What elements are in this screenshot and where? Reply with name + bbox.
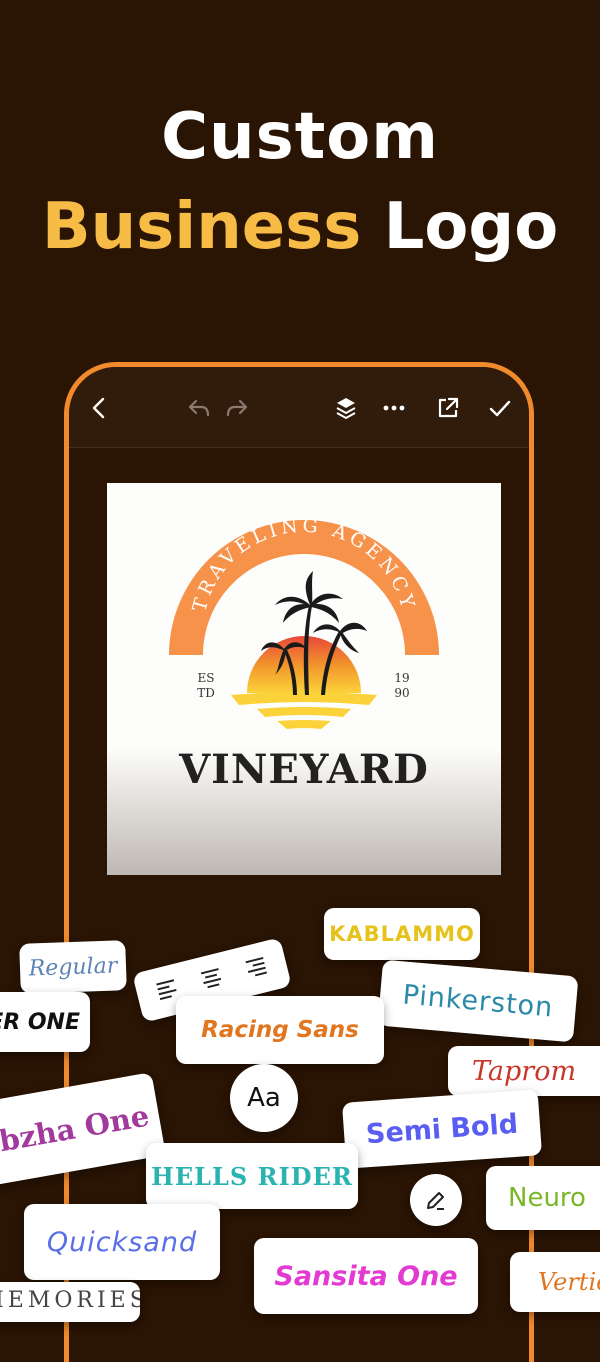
font-label: HELLS RIDER: [151, 1161, 353, 1191]
check-icon[interactable]: [487, 395, 513, 421]
logo-arc-text: TRAVELING AGENCY: [188, 515, 419, 614]
font-chip-kablammo[interactable]: KABLAMMO: [324, 908, 480, 960]
undo-icon[interactable]: [185, 395, 211, 421]
font-chip-neuro[interactable]: Neuro: [486, 1166, 600, 1230]
align-right-icon[interactable]: [243, 956, 270, 983]
font-chip-racer-one[interactable]: RACER ONE: [0, 992, 90, 1052]
layers-icon[interactable]: [333, 395, 359, 421]
edit-icon: [427, 1192, 444, 1210]
font-picker-label: Aa: [247, 1083, 281, 1113]
font-label: Sansita One: [274, 1260, 458, 1292]
headline-rest: Logo: [361, 190, 559, 264]
font-label: Racing Sans: [201, 1017, 359, 1043]
logo-brand-name: VINEYARD: [178, 746, 429, 793]
export-icon[interactable]: [435, 395, 461, 421]
headline-accent: Business: [41, 190, 362, 264]
year-bottom: 90: [394, 686, 409, 700]
font-label: Pinkerston: [401, 978, 555, 1024]
headline-line-1: Custom: [161, 100, 439, 174]
font-label: MEMORIES: [0, 1288, 140, 1313]
font-label: Lobzha One: [0, 1098, 152, 1166]
font-label: Quicksand: [46, 1226, 198, 1258]
font-chip-hells-rider[interactable]: HELLS RIDER: [146, 1143, 358, 1209]
redo-icon[interactable]: [225, 395, 251, 421]
font-chip-regular[interactable]: Regular: [19, 940, 127, 994]
year-top: 19: [394, 671, 409, 685]
align-center-icon[interactable]: [199, 967, 226, 994]
font-picker-button[interactable]: Aa: [230, 1064, 298, 1132]
font-chip-taprom[interactable]: Taprom: [448, 1046, 600, 1096]
font-chip-quicksand[interactable]: Quicksand: [24, 1204, 220, 1280]
est-bottom: TD: [197, 686, 215, 700]
logo-artwork: TRAVELING AGENCY ES TD 19 90 VINEYARD: [169, 515, 439, 793]
more-icon[interactable]: [381, 395, 407, 421]
editor-toolbar: [69, 367, 529, 448]
font-label: Vertical: [538, 1268, 600, 1296]
headline-line-2: Business Logo: [0, 190, 600, 264]
est-top: ES: [198, 671, 215, 685]
back-icon[interactable]: [87, 395, 113, 421]
font-chip-sansita-one[interactable]: Sansita One: [254, 1238, 478, 1314]
font-chip-vertical[interactable]: Vertical: [510, 1252, 600, 1312]
font-label: RACER ONE: [0, 1009, 80, 1035]
edit-button[interactable]: [410, 1174, 462, 1226]
font-label: Semi Bold: [364, 1108, 520, 1150]
font-label: Taprom: [472, 1055, 577, 1087]
font-chip-racing-sans[interactable]: Racing Sans: [176, 996, 384, 1064]
font-chip-semi-bold[interactable]: Semi Bold: [341, 1089, 543, 1169]
logo-canvas[interactable]: TRAVELING AGENCY ES TD 19 90 VINEYARD: [107, 483, 501, 875]
font-label: Neuro: [508, 1183, 586, 1213]
font-label: Regular: [28, 952, 118, 982]
font-label: KABLAMMO: [329, 922, 475, 946]
font-chip-memories[interactable]: MEMORIES: [0, 1282, 140, 1322]
